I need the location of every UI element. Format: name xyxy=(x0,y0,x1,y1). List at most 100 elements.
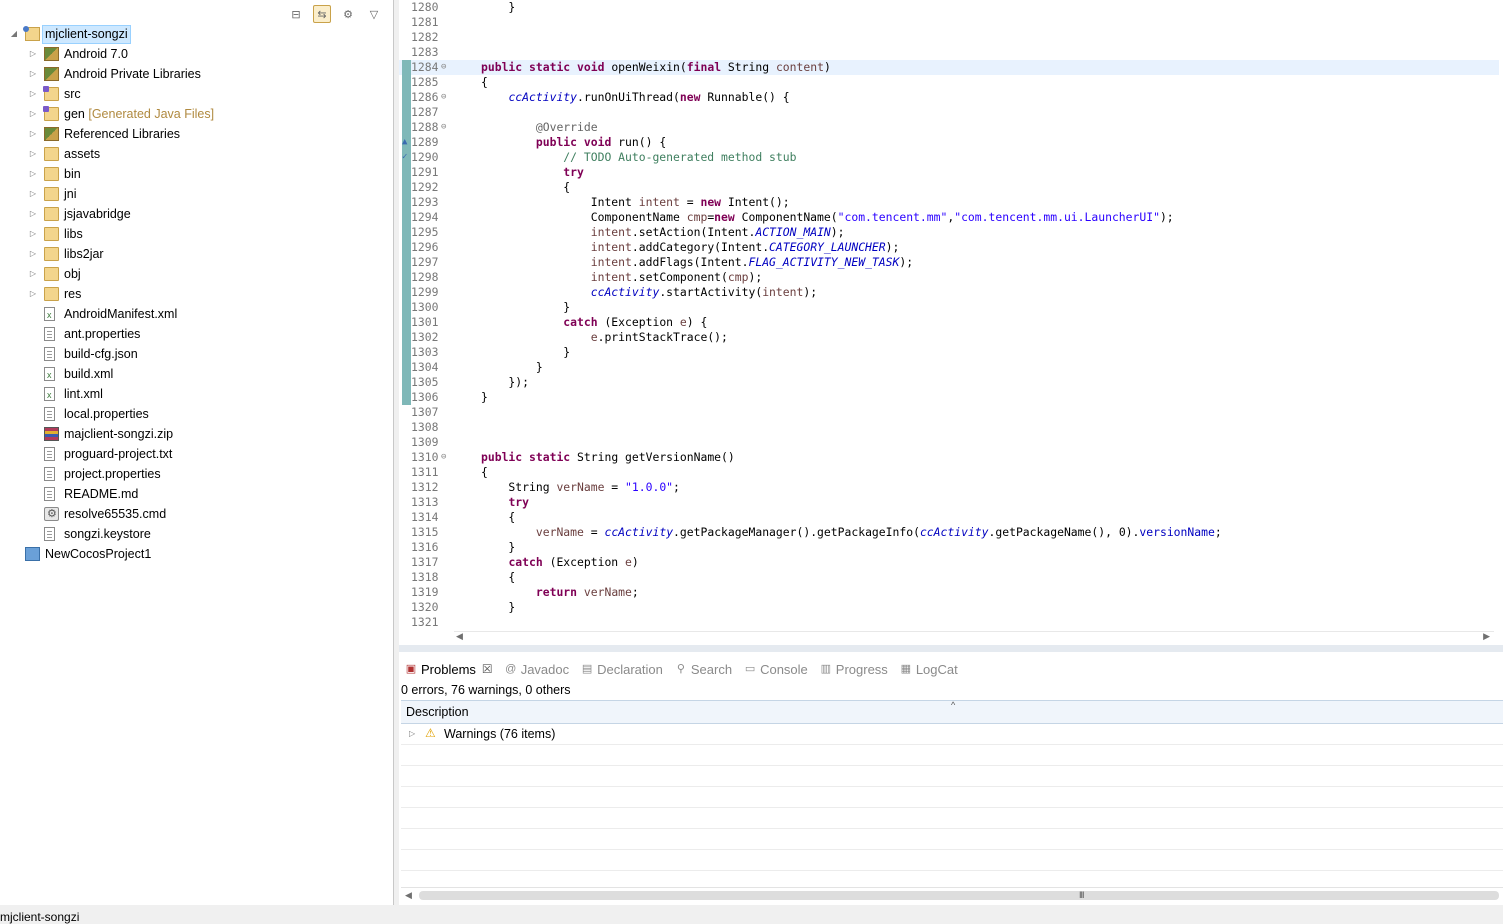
code-line[interactable]: 1305 }); xyxy=(399,375,1499,390)
tree-item[interactable]: project.properties xyxy=(0,464,393,484)
code-editor[interactable]: 1280 } 1281 1282 1283 1284 ⊖ public static voi… xyxy=(399,0,1503,645)
code-line[interactable]: 1313 try xyxy=(399,495,1499,510)
code-line[interactable]: 1302 e.printStackTrace(); xyxy=(399,330,1499,345)
tree-item[interactable]: build-cfg.json xyxy=(0,344,393,364)
problems-horizontal-scrollbar[interactable]: ◀ III xyxy=(401,887,1503,904)
code-line[interactable]: 1321 xyxy=(399,615,1499,630)
code-line[interactable]: 1320 } xyxy=(399,600,1499,615)
code-line[interactable]: 1315 verName = ccActivity.getPackageMana… xyxy=(399,525,1499,540)
code-line[interactable]: 1301 catch (Exception e) { xyxy=(399,315,1499,330)
code-line[interactable]: 1303 } xyxy=(399,345,1499,360)
code-line[interactable]: 1297 intent.addFlags(Intent.FLAG_ACTIVIT… xyxy=(399,255,1499,270)
tab-declaration[interactable]: ▤ Declaration xyxy=(575,658,669,680)
expand-arrow-icon[interactable]: ▷ xyxy=(28,144,38,164)
expand-arrow-icon[interactable]: ▷ xyxy=(28,84,38,104)
panel-splitter[interactable] xyxy=(399,645,1503,652)
tab-problems[interactable]: ▣ Problems ☒ xyxy=(399,658,499,680)
tree-item[interactable]: resolve65535.cmd xyxy=(0,504,393,524)
tree-item[interactable]: README.md xyxy=(0,484,393,504)
code-line[interactable]: 1293 Intent intent = new Intent(); xyxy=(399,195,1499,210)
scroll-left-icon[interactable]: ◀ xyxy=(405,890,412,901)
tab-progress[interactable]: ▥ Progress xyxy=(814,658,894,680)
tree-item[interactable]: ◢ mjclient-songzi xyxy=(0,24,393,44)
tree-item[interactable]: ▷ gen [Generated Java Files] xyxy=(0,104,393,124)
expand-arrow-icon[interactable]: ▷ xyxy=(28,264,38,284)
description-column-header[interactable]: Description ^ xyxy=(401,700,1503,724)
code-line[interactable]: 1306} xyxy=(399,390,1499,405)
tab-javadoc[interactable]: @ Javadoc xyxy=(499,658,575,680)
code-line[interactable]: 1314 { xyxy=(399,510,1499,525)
fold-collapse-icon[interactable]: ⊖ xyxy=(441,90,451,105)
code-line[interactable]: ✓ 1290 // TODO Auto-generated method stub xyxy=(399,150,1499,165)
code-line[interactable]: 1309 xyxy=(399,435,1499,450)
scroll-right-icon[interactable]: ▶ xyxy=(1483,631,1490,642)
expand-arrow-icon[interactable]: ▷ xyxy=(28,64,38,84)
expand-arrow-icon[interactable]: ▷ xyxy=(28,284,38,304)
table-row[interactable]: ▷ ⚠ Warnings (76 items) xyxy=(401,724,1503,745)
fold-collapse-icon[interactable]: ⊖ xyxy=(441,450,451,465)
tree-item[interactable]: ▷ libs2jar xyxy=(0,244,393,264)
tab-logcat[interactable]: ▦ LogCat xyxy=(894,658,964,680)
code-line[interactable]: ▲ 1289 public void run() { xyxy=(399,135,1499,150)
tree-item[interactable]: ▷ Android Private Libraries xyxy=(0,64,393,84)
expand-arrow-icon[interactable]: ▷ xyxy=(28,164,38,184)
tree-item[interactable]: ant.properties xyxy=(0,324,393,344)
editor-horizontal-scrollbar[interactable]: ◀ ▶ xyxy=(454,631,1494,644)
tree-item[interactable]: lint.xml xyxy=(0,384,393,405)
tree-item[interactable]: local.properties xyxy=(0,404,393,424)
code-line[interactable]: 1296 intent.addCategory(Intent.CATEGORY_… xyxy=(399,240,1499,255)
expand-arrow-icon[interactable]: ▷ xyxy=(28,244,38,264)
code-line[interactable]: 1291 try xyxy=(399,165,1499,180)
code-line[interactable]: 1310 ⊖ public static String getVersionName… xyxy=(399,450,1499,465)
tree-item[interactable]: ▷ Android 7.0 xyxy=(0,44,393,64)
tree-item[interactable]: ▷ bin xyxy=(0,164,393,184)
tree-item[interactable]: ▷ res xyxy=(0,284,393,304)
code-line[interactable]: 1316 } xyxy=(399,540,1499,555)
code-line[interactable]: 1286 ⊖ ccActivity.runOnUiThread(new Runna… xyxy=(399,90,1499,105)
tree-item[interactable]: ▷ libs xyxy=(0,224,393,244)
code-line[interactable]: 1283 xyxy=(399,45,1499,60)
code-line[interactable]: 1311 { xyxy=(399,465,1499,480)
collapse-all-icon[interactable]: ⊟ xyxy=(287,5,305,23)
expand-arrow-icon[interactable]: ▷ xyxy=(28,124,38,144)
code-line[interactable]: 1285 { xyxy=(399,75,1499,90)
fold-collapse-icon[interactable]: ⊖ xyxy=(441,60,451,75)
tab-search[interactable]: ⚲ Search xyxy=(669,658,738,680)
code-line[interactable]: 1295 intent.setAction(Intent.ACTION_MAIN… xyxy=(399,225,1499,240)
tree-item[interactable]: proguard-project.txt xyxy=(0,444,393,464)
code-line[interactable]: 1294 ComponentName cmp=new ComponentName… xyxy=(399,210,1499,225)
code-line[interactable]: 1298 intent.setComponent(cmp); xyxy=(399,270,1499,285)
code-line[interactable]: 1304 } xyxy=(399,360,1499,375)
expand-arrow-icon[interactable]: ▷ xyxy=(28,224,38,244)
expand-arrow-icon[interactable]: ▷ xyxy=(28,184,38,204)
expand-arrow-icon[interactable]: ▷ xyxy=(28,204,38,224)
scrollbar-thumb[interactable]: III xyxy=(419,890,1499,900)
tree-item[interactable]: songzi.keystore xyxy=(0,524,393,544)
tree-item[interactable]: ▷ obj xyxy=(0,264,393,284)
link-with-editor-icon[interactable]: ⇆ xyxy=(313,5,331,23)
code-line[interactable]: 1318 { xyxy=(399,570,1499,585)
code-line[interactable]: 1288 ⊖ @Override xyxy=(399,120,1499,135)
code-line[interactable]: 1282 xyxy=(399,30,1499,45)
code-line[interactable]: 1312 String verName = "1.0.0"; xyxy=(399,480,1499,495)
code-line[interactable]: 1292 { xyxy=(399,180,1499,195)
code-line[interactable]: 1281 xyxy=(399,15,1499,30)
tree-item[interactable]: ▷ Referenced Libraries xyxy=(0,124,393,144)
code-line[interactable]: 1300 } xyxy=(399,300,1499,315)
fold-collapse-icon[interactable]: ⊖ xyxy=(441,120,451,135)
code-line[interactable]: 1308 xyxy=(399,420,1499,435)
filter-icon[interactable]: ⚙ xyxy=(339,5,357,23)
code-line[interactable]: 1307 xyxy=(399,405,1499,420)
code-line[interactable]: 1317 catch (Exception e) xyxy=(399,555,1499,570)
tab-console[interactable]: ▭ Console xyxy=(738,658,814,680)
tree-item[interactable]: AndroidManifest.xml xyxy=(0,304,393,325)
tree-item[interactable]: ▷ src xyxy=(0,84,393,104)
code-line[interactable]: 1284 ⊖ public static void openWeixin(final… xyxy=(399,60,1499,75)
tree-item[interactable]: ▷ assets xyxy=(0,144,393,164)
expand-arrow-icon[interactable]: ▷ xyxy=(409,724,415,744)
scroll-left-icon[interactable]: ◀ xyxy=(456,631,463,642)
tree-item[interactable]: majclient-songzi.zip xyxy=(0,424,393,444)
collapse-arrow-icon[interactable]: ◢ xyxy=(9,24,19,44)
close-icon[interactable]: ☒ xyxy=(482,662,493,676)
tree-item[interactable]: ▷ jsjavabridge xyxy=(0,204,393,224)
